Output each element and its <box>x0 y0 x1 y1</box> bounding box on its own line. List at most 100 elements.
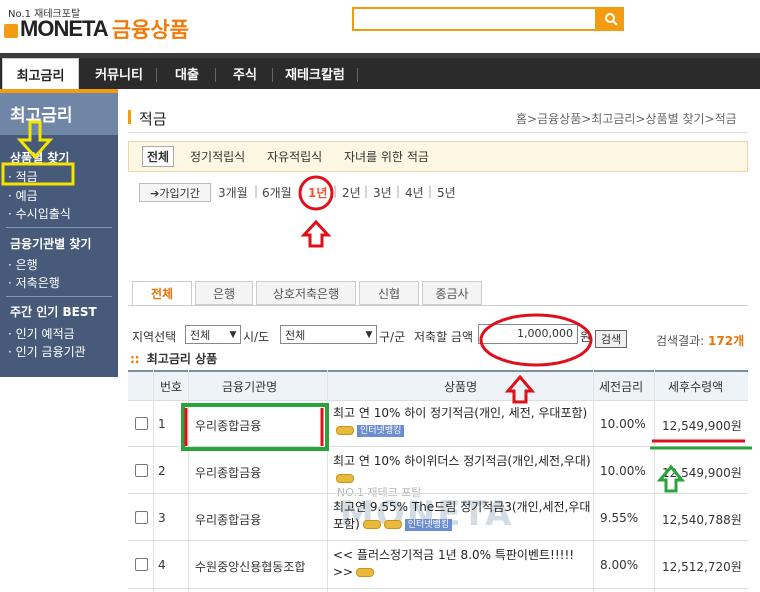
region-select-value: 전체 <box>190 328 211 342</box>
filter-search-button[interactable]: 검색 <box>595 330 627 348</box>
section-bullet-icon: :: <box>130 352 140 366</box>
tab-credit-union[interactable]: 신협 <box>359 281 419 305</box>
region-label: 지역선택 <box>132 330 177 344</box>
result-number: 172개 <box>708 334 745 348</box>
breadcrumb[interactable]: 홈>금융상품>최고금리>상품별 찾기>적금 <box>516 110 737 127</box>
row-amount: 12,549,900원 <box>662 466 742 480</box>
chevron-down-icon: ▼ <box>229 329 237 340</box>
category-kids[interactable]: 자녀를 위한 적금 <box>344 148 429 165</box>
sidebar-divider <box>6 227 112 228</box>
period-3y[interactable]: 3년 <box>373 184 392 201</box>
nav-community[interactable]: 커뮤니티 <box>84 58 154 89</box>
region-select[interactable]: 전체 ▼ <box>185 325 241 344</box>
period-6m[interactable]: 6개월 <box>262 184 292 201</box>
nav-divider <box>215 68 216 82</box>
logo-mark-icon <box>4 24 18 38</box>
tab-underline <box>128 305 748 306</box>
main-nav: 최고금리 커뮤니티 대출 주식 재테크칼럼 <box>0 53 760 90</box>
col-divider <box>188 370 189 592</box>
tab-bank[interactable]: 은행 <box>195 281 253 305</box>
amount-unit: 원 <box>580 330 592 344</box>
search-button[interactable] <box>597 7 624 31</box>
title-accent <box>128 110 131 124</box>
result-count: 검색결과: 172개 <box>656 332 744 349</box>
nav-divider <box>357 68 358 82</box>
row-amount: 12,512,720원 <box>662 560 742 574</box>
tab-savings-bank[interactable]: 상호저축은행 <box>256 281 356 305</box>
nav-column[interactable]: 재테크칼럼 <box>276 58 354 89</box>
sidebar-item-demand[interactable]: · 수시입출식 <box>8 205 71 222</box>
nav-divider <box>272 68 273 82</box>
district-label: 구/군 <box>379 330 406 344</box>
row-rate: 10.00% <box>600 417 646 431</box>
row-checkbox[interactable] <box>135 511 148 524</box>
period-divider: | <box>396 184 401 198</box>
section-title-text: 최고금리 상품 <box>146 352 218 366</box>
amount-input[interactable]: 1,000,000 <box>478 324 578 344</box>
sidebar-item-deposit[interactable]: · 예금 <box>8 187 38 204</box>
row-product-link[interactable]: 최고연 9.55% The드림 정기적금3(개인,세전,우대포함) 인터넷뱅킹 <box>333 499 591 533</box>
sidebar-divider <box>6 296 112 297</box>
coin-icon <box>336 474 354 483</box>
tab-merchant-bank[interactable]: 종금사 <box>422 281 482 305</box>
category-all[interactable]: 전체 <box>142 146 175 167</box>
nav-best-rate[interactable]: 최고금리 <box>2 58 79 90</box>
search-input[interactable] <box>352 7 597 31</box>
row-checkbox[interactable] <box>135 417 148 430</box>
search-icon <box>604 13 618 26</box>
category-free[interactable]: 자유적립식 <box>267 148 322 165</box>
city-select[interactable]: 전체 ▼ <box>280 325 377 344</box>
row-product-name: 최고 연 10% 하이 정기적금(개인, 세전, 우대포함) <box>333 406 588 420</box>
table-header <box>128 370 748 400</box>
sidebar-item-bank[interactable]: · 은행 <box>8 256 38 273</box>
row-institution: 우리종합금융 <box>195 466 262 480</box>
period-divider: | <box>364 184 369 198</box>
internet-banking-badge: 인터넷뱅킹 <box>404 518 453 531</box>
row-number: 3 <box>158 511 166 525</box>
row-product-link[interactable]: 최고 연 10% 하이위더스 정기적금(개인,세전,우대) <box>333 453 591 487</box>
col-divider <box>654 370 655 592</box>
row-product-link[interactable]: << 플러스정기적금 1년 8.0% 특판이벤트!!!!! >> <box>333 547 591 581</box>
amount-label: 저축할 금액 <box>414 330 474 344</box>
header-institution: 금융기관명 <box>222 380 278 394</box>
period-4y[interactable]: 4년 <box>405 184 424 201</box>
internet-banking-badge: 인터넷뱅킹 <box>357 424 405 437</box>
sidebar-item-popular-institution[interactable]: · 인기 금융기관 <box>8 343 86 360</box>
moneta-logo[interactable]: MONETA 금융상품 <box>4 16 189 42</box>
row-number: 1 <box>158 417 166 431</box>
period-divider: | <box>333 184 338 198</box>
sidebar-section-product: 상품별 찾기 <box>10 151 70 165</box>
tab-all[interactable]: 전체 <box>132 281 192 306</box>
row-product-link[interactable]: 최고 연 10% 하이 정기적금(개인, 세전, 우대포함) 인터넷뱅킹 <box>333 405 591 439</box>
row-divider <box>128 493 748 494</box>
logo-suffix: 금융상품 <box>111 18 189 42</box>
sidebar-item-popular-deposit[interactable]: · 인기 예적금 <box>8 325 75 342</box>
row-checkbox[interactable] <box>135 558 148 571</box>
row-product-name: 최고 연 10% 하이위더스 정기적금(개인,세전,우대) <box>333 454 591 468</box>
sidebar-item-savings-bank[interactable]: · 저축은행 <box>8 274 60 291</box>
period-5y[interactable]: 5년 <box>437 184 456 201</box>
nav-stock[interactable]: 주식 <box>218 58 272 89</box>
header-amount: 세후수령액 <box>668 380 724 394</box>
row-divider <box>128 540 748 541</box>
row-rate: 9.55% <box>600 511 639 525</box>
col-divider <box>153 370 154 592</box>
sidebar-item-installment[interactable]: · 적금 <box>8 168 38 185</box>
col-divider <box>593 370 594 592</box>
city-select-value: 전체 <box>285 328 306 342</box>
row-amount: 12,549,900원 <box>662 419 742 433</box>
period-3m[interactable]: 3개월 <box>218 184 248 201</box>
nav-loan[interactable]: 대출 <box>160 58 214 89</box>
period-2y[interactable]: 2년 <box>342 184 361 201</box>
coin-icon <box>356 568 375 577</box>
row-divider <box>128 588 748 589</box>
sidebar-section-institution: 금융기관별 찾기 <box>10 237 92 251</box>
city-label: 시/도 <box>243 330 270 344</box>
row-divider <box>128 400 748 401</box>
category-regular[interactable]: 정기적립식 <box>190 148 245 165</box>
row-checkbox[interactable] <box>135 464 148 477</box>
coin-icon <box>336 426 354 435</box>
period-1y[interactable]: 1년 <box>308 184 327 201</box>
period-button[interactable]: ➔가입기간 <box>139 183 211 202</box>
period-divider: | <box>298 184 303 198</box>
